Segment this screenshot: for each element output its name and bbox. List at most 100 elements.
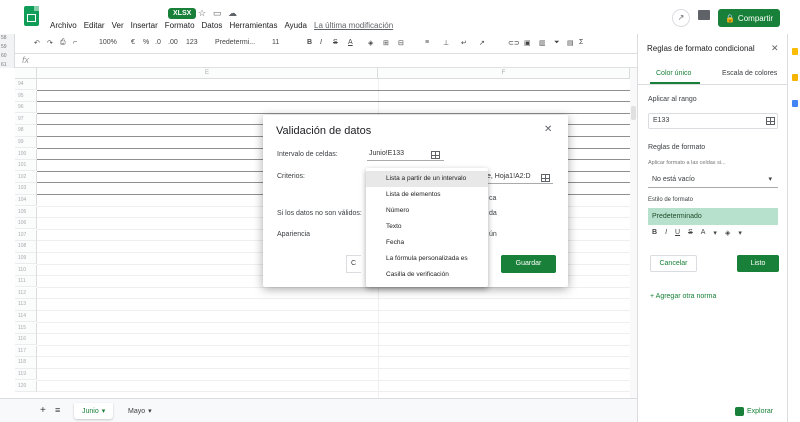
chevron-down-icon: ▾ [768, 176, 772, 183]
format-rules-label: Reglas de formato [648, 144, 706, 151]
menu-item-number[interactable]: Número [366, 203, 488, 219]
save-button[interactable]: Guardar [501, 255, 556, 273]
select-range-icon[interactable] [766, 117, 775, 125]
toolbar: ↶ ↷ ⎙ ⌐ 100% € % .0 .00 123 Predetermi..… [0, 34, 637, 54]
comment-icon[interactable] [698, 10, 710, 20]
done-button[interactable]: Listo [737, 255, 779, 272]
tab-color-scale[interactable]: Escala de colores [722, 70, 777, 77]
strikethrough-icon[interactable]: S [333, 39, 338, 46]
functions-icon[interactable]: Σ [579, 39, 583, 46]
more-formats-button[interactable]: 123 [186, 39, 198, 46]
calendar-icon[interactable] [792, 48, 798, 55]
currency-button[interactable]: € [131, 39, 135, 46]
menu-insertar[interactable]: Insertar [131, 21, 158, 30]
menu-item-text[interactable]: Texto [366, 219, 488, 235]
chevron-down-icon[interactable]: ▾ [713, 229, 717, 243]
cloud-icon[interactable]: ☁ [228, 8, 237, 19]
zoom-select[interactable]: 100% [99, 39, 117, 46]
wrap-icon[interactable]: ↵ [461, 39, 467, 47]
tab-single-color[interactable]: Color único [656, 70, 691, 77]
text-color-icon[interactable]: A [701, 229, 706, 243]
underline-icon[interactable]: U [675, 229, 680, 243]
text-color-icon[interactable]: A [348, 39, 353, 46]
bold-icon[interactable]: B [307, 39, 312, 46]
tasks-icon[interactable] [792, 100, 798, 107]
rotate-icon[interactable]: ↗ [479, 39, 485, 47]
menu-archivo[interactable]: Archivo [50, 21, 77, 30]
move-folder-icon[interactable]: ▭ [213, 8, 222, 19]
explore-icon [735, 406, 744, 416]
bold-icon[interactable]: B [652, 229, 657, 243]
sheets-bar: + ≡ Junio ▾ Mayo ▾ [0, 398, 637, 422]
formula-bar[interactable]: fx [0, 54, 637, 68]
borders-icon[interactable]: ⊞ [383, 39, 389, 47]
select-range-icon[interactable] [541, 174, 550, 182]
menu-ver[interactable]: Ver [112, 21, 124, 30]
all-sheets-icon[interactable]: ≡ [55, 405, 60, 415]
outer-row-number: 58 [1, 35, 7, 41]
trend-icon[interactable]: ↗ [672, 9, 690, 27]
undo-icon[interactable]: ↶ [34, 39, 40, 47]
align-icon[interactable]: ≡ [425, 39, 429, 46]
menu-bar: Archivo Editar Ver Insertar Formato Dato… [50, 21, 393, 30]
menu-editar[interactable]: Editar [84, 21, 105, 30]
print-icon[interactable]: ⎙ [60, 39, 66, 47]
chevron-down-icon[interactable]: ▾ [738, 229, 742, 243]
sheet-tab-label: Junio [82, 407, 99, 415]
menu-datos[interactable]: Datos [202, 21, 223, 30]
menu-formato[interactable]: Formato [165, 21, 195, 30]
font-select[interactable]: Predetermi... [215, 39, 255, 46]
sheet-tab-label: Mayo [128, 407, 146, 415]
format-style-label: Estilo de formato [648, 197, 694, 203]
filter-icon[interactable]: ⏷ [554, 39, 560, 47]
strikethrough-icon[interactable]: S [688, 229, 693, 243]
comment-add-icon[interactable]: ▣ [524, 39, 531, 47]
add-rule-button[interactable]: + Agregar otra norma [650, 293, 716, 300]
filter-views-icon[interactable]: ▤ [567, 39, 574, 47]
menu-item-checkbox[interactable]: Casilla de verificación [366, 267, 488, 283]
merge-icon[interactable]: ⊟ [398, 39, 404, 47]
format-style-preview[interactable]: Predeterminado [648, 208, 778, 225]
chart-icon[interactable]: ▥ [539, 39, 546, 47]
condition-select[interactable]: No está vacío ▾ [648, 172, 778, 188]
chevron-down-icon[interactable]: ▾ [102, 407, 106, 415]
menu-item-custom-formula[interactable]: La fórmula personalizada es [366, 251, 488, 267]
close-icon[interactable]: ✕ [544, 124, 552, 135]
menu-item-list-from-range[interactable]: Lista a partir de un intervalo [366, 171, 488, 187]
chevron-down-icon[interactable]: ▾ [148, 407, 152, 415]
xlsx-badge: XLSX [168, 8, 197, 19]
close-icon[interactable]: ✕ [771, 43, 779, 54]
apply-range-input[interactable]: E133 [648, 113, 778, 129]
valign-icon[interactable]: ⊥ [443, 39, 449, 47]
share-label: Compartir [737, 13, 774, 23]
fill-color-icon[interactable]: ◈ [725, 229, 730, 243]
share-button[interactable]: 🔒 Compartir [718, 9, 780, 27]
conditional-format-panel: Reglas de formato condicional ✕ Color ún… [637, 34, 788, 422]
increase-decimal-button[interactable]: .00 [168, 39, 178, 46]
font-size-select[interactable]: 11 [272, 39, 279, 46]
menu-item-list-of-items[interactable]: Lista de elementos [366, 187, 488, 203]
tab-divider [638, 84, 788, 85]
paint-format-icon[interactable]: ⌐ [73, 39, 77, 46]
percent-button[interactable]: % [143, 39, 149, 46]
add-sheet-icon[interactable]: + [40, 405, 46, 416]
fill-color-icon[interactable]: ◈ [368, 39, 373, 47]
last-edit-link[interactable]: La última modificación [314, 21, 393, 30]
link-icon[interactable]: ⊂⊃ [508, 39, 520, 47]
keep-icon[interactable] [792, 74, 798, 81]
menu-ayuda[interactable]: Ayuda [284, 21, 307, 30]
star-icon[interactable]: ☆ [198, 8, 206, 19]
italic-icon[interactable]: I [665, 229, 667, 243]
explore-button[interactable]: Explorar [735, 404, 773, 418]
menu-herramientas[interactable]: Herramientas [229, 21, 277, 30]
decrease-decimal-button[interactable]: .0 [155, 39, 161, 46]
redo-icon[interactable]: ↷ [47, 39, 53, 47]
sheets-logo-icon[interactable] [24, 6, 39, 26]
sheet-tab-junio[interactable]: Junio ▾ [74, 403, 114, 419]
cancel-button[interactable]: C [346, 255, 361, 273]
italic-icon[interactable]: I [320, 39, 322, 46]
sheet-tab-mayo[interactable]: Mayo ▾ [120, 403, 160, 419]
menu-item-date[interactable]: Fecha [366, 235, 488, 251]
cancel-button[interactable]: Cancelar [650, 255, 697, 272]
select-range-icon[interactable] [431, 151, 440, 159]
